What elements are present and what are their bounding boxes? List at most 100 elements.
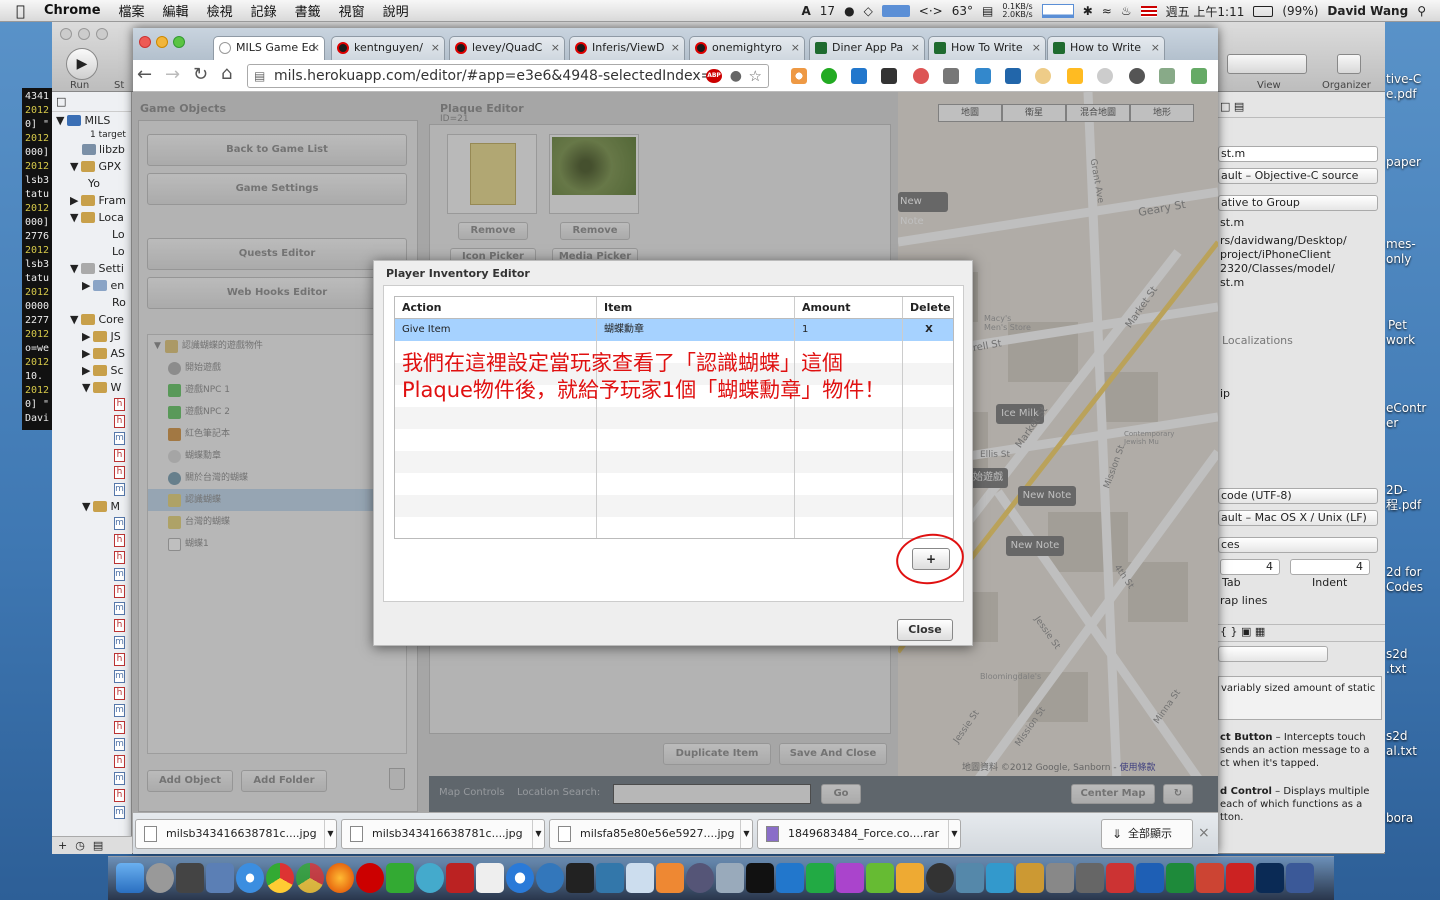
navigator-file[interactable]: h (52, 532, 131, 549)
menu-bookmarks[interactable]: 書籤 (286, 1, 330, 20)
keyboard-icon[interactable]: <·> (919, 4, 943, 18)
navigator-file[interactable]: m (52, 600, 131, 617)
app-icon[interactable] (686, 863, 714, 893)
navigator-item[interactable]: ▼ GPX (52, 158, 131, 175)
extension-icon[interactable] (851, 68, 867, 84)
navigator-item[interactable]: ▼ Setti (52, 260, 131, 277)
desktop-file-label[interactable]: tive-C (1386, 72, 1421, 87)
navigator-file[interactable]: h (52, 413, 131, 430)
navigator-item[interactable]: ▼ Core (52, 311, 131, 328)
navigator-file[interactable]: h (52, 396, 131, 413)
navigator-item[interactable]: Lo (52, 243, 131, 260)
app-icon[interactable] (1016, 863, 1044, 893)
inspector-file-type-select[interactable]: ault – Objective-C source (1218, 168, 1378, 184)
run-button[interactable]: ▶ (66, 48, 98, 80)
app-icon[interactable] (866, 863, 894, 893)
app-icon[interactable] (986, 863, 1014, 893)
navigator-file[interactable]: m (52, 702, 131, 719)
itunes-icon[interactable] (536, 863, 564, 893)
tab-mils-game-editor[interactable]: MILS Game Ed × (213, 36, 325, 60)
navigator-file[interactable]: h (52, 753, 131, 770)
extension-icon[interactable] (1035, 68, 1051, 84)
tab-how-to-write-2[interactable]: How to Write × (1047, 36, 1165, 60)
close-tab-icon[interactable]: × (311, 37, 320, 59)
menu-window[interactable]: 視窗 (330, 1, 374, 20)
cube-icon[interactable]: ▣ (1241, 625, 1251, 638)
desktop-file-label[interactable]: work (1386, 333, 1415, 348)
extension-icon[interactable] (881, 68, 897, 84)
close-window-icon[interactable] (60, 28, 72, 40)
xcode-icon[interactable] (596, 863, 624, 893)
menu-help[interactable]: 說明 (374, 1, 418, 20)
desktop-file-label[interactable]: e.pdf (1386, 87, 1417, 102)
add-icon[interactable]: + (58, 839, 67, 852)
dropdown-arrow-icon[interactable]: ▼ (532, 820, 544, 848)
file-inspector-icon[interactable]: □ (1220, 100, 1230, 113)
view-segmented-control[interactable] (1227, 54, 1307, 74)
user-name[interactable]: David Wang (1327, 4, 1408, 18)
filter-icon[interactable]: ▤ (93, 839, 103, 852)
app-icon[interactable] (896, 863, 924, 893)
dropdown-arrow-icon[interactable]: ▼ (948, 820, 960, 848)
flag-icon[interactable] (1140, 5, 1157, 17)
navigator-item[interactable]: Ro (52, 294, 131, 311)
navigator-item[interactable]: ▶ AS (52, 345, 131, 362)
adobe-icon[interactable]: A (802, 4, 811, 18)
firefox-icon[interactable] (326, 863, 354, 893)
extension-icon[interactable] (913, 68, 929, 84)
zoom-window-icon[interactable] (96, 28, 108, 40)
menu-history[interactable]: 記錄 (242, 1, 286, 20)
navigator-item[interactable]: ▼ Loca (52, 209, 131, 226)
forward-icon[interactable]: → (165, 64, 180, 85)
navigator-file[interactable]: m (52, 804, 131, 821)
chrome-icon[interactable] (266, 863, 294, 893)
minimize-window-icon[interactable] (78, 28, 90, 40)
menu-view[interactable]: 檢視 (198, 1, 242, 20)
organizer-button[interactable] (1337, 54, 1361, 74)
desktop-file-label[interactable]: al.txt (1386, 744, 1417, 759)
close-window-icon[interactable] (139, 36, 151, 48)
inspector-location-select[interactable]: ative to Group (1218, 195, 1378, 211)
navigator-item[interactable]: Yo (52, 175, 131, 192)
grid-icon[interactable]: ▦ (1255, 625, 1265, 638)
help-inspector-icon[interactable]: ▤ (1234, 100, 1244, 113)
navigator-file[interactable]: h (52, 617, 131, 634)
memory-icon[interactable]: ▤ (982, 4, 993, 18)
tab-levey-quadcurve[interactable]: levey/QuadC × (449, 36, 565, 60)
navigator-file[interactable]: h (52, 549, 131, 566)
facebook-icon[interactable] (1286, 863, 1314, 893)
apple-icon[interactable]:  (0, 2, 35, 20)
app-store-icon[interactable] (506, 863, 534, 893)
navigator-item[interactable]: ▼ W (52, 379, 131, 396)
navigator-item[interactable]: ▶ Sc (52, 362, 131, 379)
tab-how-to-write-1[interactable]: How To Write × (928, 36, 1046, 60)
navigator-file[interactable]: m (52, 736, 131, 753)
cell-item[interactable]: 蝴蝶勳章 (597, 319, 795, 341)
extension-icon[interactable] (821, 68, 837, 84)
folder-icon[interactable]: □ (56, 93, 66, 110)
column-header-delete[interactable]: Delete (903, 297, 953, 319)
bookmark-star-icon[interactable]: ☆ (749, 65, 762, 87)
dictionary-icon[interactable] (446, 863, 474, 893)
delete-row-button[interactable]: X (903, 319, 953, 341)
column-header-item[interactable]: Item (597, 297, 795, 319)
calendar-icon[interactable] (476, 863, 504, 893)
tab-onemightyroar[interactable]: onemightyro × (689, 36, 805, 60)
app-icon[interactable] (1076, 863, 1104, 893)
bluetooth-icon[interactable]: ✱ (1083, 4, 1093, 18)
evernote-icon[interactable]: ● (844, 4, 854, 18)
menu-edit[interactable]: 編輯 (154, 1, 198, 20)
navigator-file[interactable]: m (52, 668, 131, 685)
desktop-file-label[interactable]: paper (1386, 155, 1421, 170)
close-download-bar-icon[interactable]: × (1198, 825, 1210, 841)
desktop-file-label[interactable]: eContr (1386, 401, 1426, 416)
safari-icon[interactable] (236, 863, 264, 893)
library-item[interactable]: d Control – Displays multiple (1218, 786, 1385, 797)
close-tab-icon[interactable]: × (791, 37, 800, 59)
navigator-file[interactable]: h (52, 464, 131, 481)
acrobat-icon[interactable] (1226, 863, 1254, 893)
app-icon[interactable] (956, 863, 984, 893)
close-tab-icon[interactable]: × (431, 37, 440, 59)
menu-app-name[interactable]: Chrome (35, 3, 110, 18)
app-icon[interactable] (716, 863, 744, 893)
